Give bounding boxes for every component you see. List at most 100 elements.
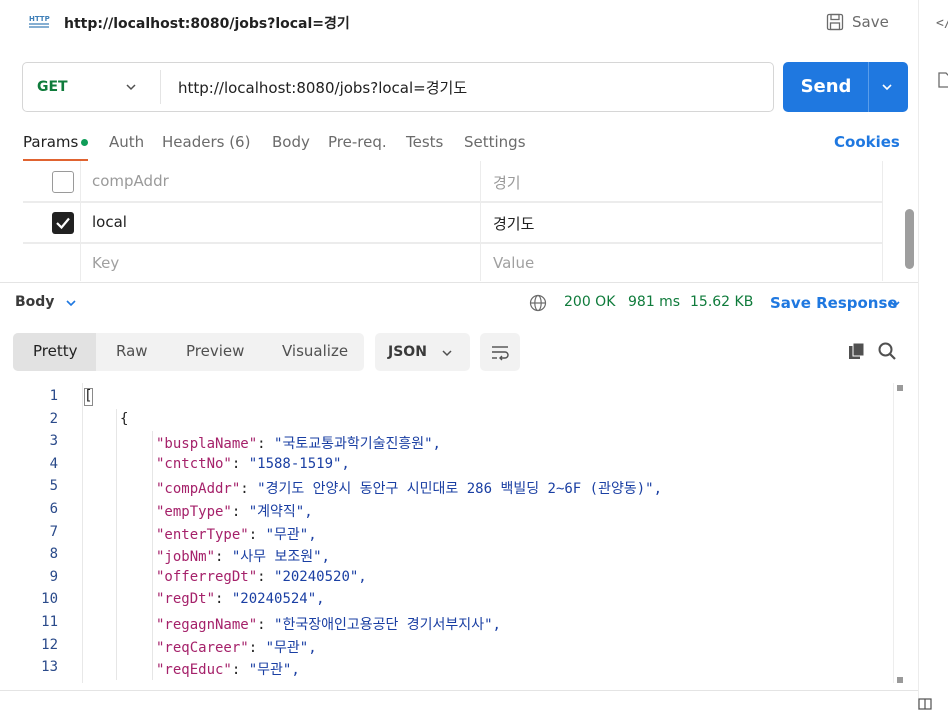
line-number: 2 bbox=[49, 410, 58, 427]
params-active-dot bbox=[81, 139, 88, 146]
code-line: "regDt": "20240524", bbox=[156, 591, 325, 607]
json-colon: : bbox=[248, 526, 266, 543]
request-title[interactable]: http://localhost:8080/jobs?local=경기 bbox=[64, 13, 350, 33]
code-line: "cntctNo": "1588-1519", bbox=[156, 456, 350, 472]
code-line: "offerregDt": "20240520", bbox=[156, 569, 367, 585]
code-line: [ bbox=[84, 388, 92, 404]
json-key: "offerregDt" bbox=[156, 568, 258, 585]
param-col-divider bbox=[882, 161, 883, 281]
json-value: "20240524", bbox=[231, 591, 325, 608]
param-value-placeholder[interactable]: Value bbox=[493, 254, 534, 272]
indent-guide bbox=[116, 566, 117, 590]
view-preview-tab[interactable]: Preview bbox=[186, 342, 244, 360]
tab-headers[interactable]: Headers (6) bbox=[162, 133, 250, 151]
response-body-editor[interactable] bbox=[0, 383, 906, 683]
indent-guide bbox=[116, 521, 117, 545]
chevron-down-icon[interactable] bbox=[440, 346, 454, 360]
view-pretty-tab[interactable]: Pretty bbox=[33, 342, 78, 360]
tab-params[interactable]: Params bbox=[23, 133, 78, 151]
method-select[interactable]: GET bbox=[37, 79, 68, 95]
indent-guide bbox=[152, 453, 153, 477]
response-size[interactable]: 15.62 KB bbox=[690, 294, 753, 310]
editor-scrollbar[interactable] bbox=[893, 383, 905, 683]
json-value: "사무 보조원", bbox=[231, 549, 330, 566]
http-icon: HTTP bbox=[29, 15, 50, 28]
indent-guide bbox=[152, 657, 153, 680]
param-value[interactable]: 경기도 bbox=[493, 213, 534, 234]
indent-guide bbox=[116, 499, 117, 522]
cookies-link[interactable]: Cookies bbox=[834, 133, 900, 151]
json-colon: : bbox=[240, 481, 258, 498]
json-key: "cntctNo" bbox=[156, 455, 232, 472]
response-body-select[interactable]: Body bbox=[15, 294, 54, 310]
status-code[interactable]: 200 OK bbox=[564, 294, 615, 310]
json-value: "무관", bbox=[265, 639, 317, 656]
param-key[interactable]: compAddr bbox=[92, 172, 169, 190]
scroll-up-arrow-icon[interactable] bbox=[897, 385, 903, 391]
tab-auth[interactable]: Auth bbox=[109, 133, 144, 151]
json-value: "계약직", bbox=[248, 504, 313, 520]
line-number: 11 bbox=[41, 614, 58, 630]
status-bar-separator bbox=[0, 690, 918, 691]
chevron-down-icon[interactable] bbox=[888, 297, 902, 311]
line-number: 5 bbox=[49, 478, 58, 495]
format-label[interactable]: JSON bbox=[388, 344, 427, 360]
json-key: "reqCareer" bbox=[156, 639, 249, 656]
indent-guide bbox=[152, 521, 153, 545]
tab-prerequest[interactable]: Pre-req. bbox=[328, 133, 387, 151]
send-label[interactable]: Send bbox=[794, 76, 858, 97]
json-key: "jobNm" bbox=[156, 549, 216, 566]
param-row-new: Key Value bbox=[23, 243, 883, 281]
code-icon[interactable]: </ bbox=[936, 16, 948, 31]
json-colon: : bbox=[231, 455, 249, 472]
save-label: Save bbox=[852, 13, 889, 31]
checkmark-icon bbox=[56, 217, 70, 230]
send-options-chevron-icon[interactable] bbox=[880, 80, 894, 94]
response-separator bbox=[0, 282, 918, 283]
params-scrollbar[interactable] bbox=[905, 209, 914, 269]
params-table: compAddr 경기 local 경기도 Key Value bbox=[23, 161, 883, 281]
save-button[interactable]: Save bbox=[826, 12, 889, 32]
row-divider bbox=[23, 243, 883, 244]
chevron-down-icon[interactable] bbox=[124, 80, 138, 94]
chevron-down-icon[interactable] bbox=[64, 296, 78, 310]
indent-guide bbox=[116, 589, 117, 612]
indent-guide bbox=[152, 431, 153, 454]
documentation-icon[interactable] bbox=[937, 72, 948, 88]
right-sidebar bbox=[918, 0, 948, 710]
view-visualize-tab[interactable]: Visualize bbox=[282, 342, 348, 360]
wrap-lines-icon[interactable] bbox=[489, 341, 511, 363]
param-checkbox[interactable] bbox=[52, 171, 74, 193]
line-number: 10 bbox=[41, 591, 58, 608]
tab-settings[interactable]: Settings bbox=[464, 133, 526, 151]
param-value[interactable]: 경기 bbox=[493, 172, 521, 193]
save-response-button[interactable]: Save Response bbox=[770, 294, 898, 312]
send-split-divider bbox=[868, 62, 869, 112]
json-value: "20240520", bbox=[274, 568, 367, 585]
code-line: "regagnName": "한국장애인고용공단 경기서부지사", bbox=[156, 614, 501, 634]
view-raw-tab[interactable]: Raw bbox=[116, 342, 148, 360]
tab-tests[interactable]: Tests bbox=[406, 133, 443, 151]
param-key[interactable]: local bbox=[92, 213, 127, 231]
indent-guide bbox=[116, 657, 117, 680]
indent-guide bbox=[116, 544, 117, 567]
json-colon: : bbox=[257, 617, 275, 633]
response-time[interactable]: 981 ms bbox=[628, 294, 680, 310]
url-divider bbox=[160, 70, 161, 104]
param-key-placeholder[interactable]: Key bbox=[92, 254, 119, 272]
url-input[interactable]: http://localhost:8080/jobs?local=경기도 bbox=[178, 77, 467, 98]
scroll-down-arrow-icon[interactable] bbox=[897, 677, 903, 683]
globe-icon[interactable] bbox=[529, 294, 547, 312]
json-key: "regDt" bbox=[156, 591, 216, 608]
code-line: "enterType": "무관", bbox=[156, 524, 317, 544]
code-line: "jobNm": "사무 보조원", bbox=[156, 546, 330, 566]
copy-icon[interactable] bbox=[847, 341, 867, 361]
json-colon: : bbox=[215, 591, 232, 608]
param-checkbox[interactable] bbox=[52, 212, 74, 234]
code-line: { bbox=[120, 411, 128, 427]
param-col-divider bbox=[480, 161, 481, 281]
tab-body[interactable]: Body bbox=[272, 133, 310, 151]
search-icon[interactable] bbox=[877, 341, 897, 361]
indent-guide bbox=[152, 499, 153, 522]
layout-icon[interactable] bbox=[918, 698, 932, 710]
